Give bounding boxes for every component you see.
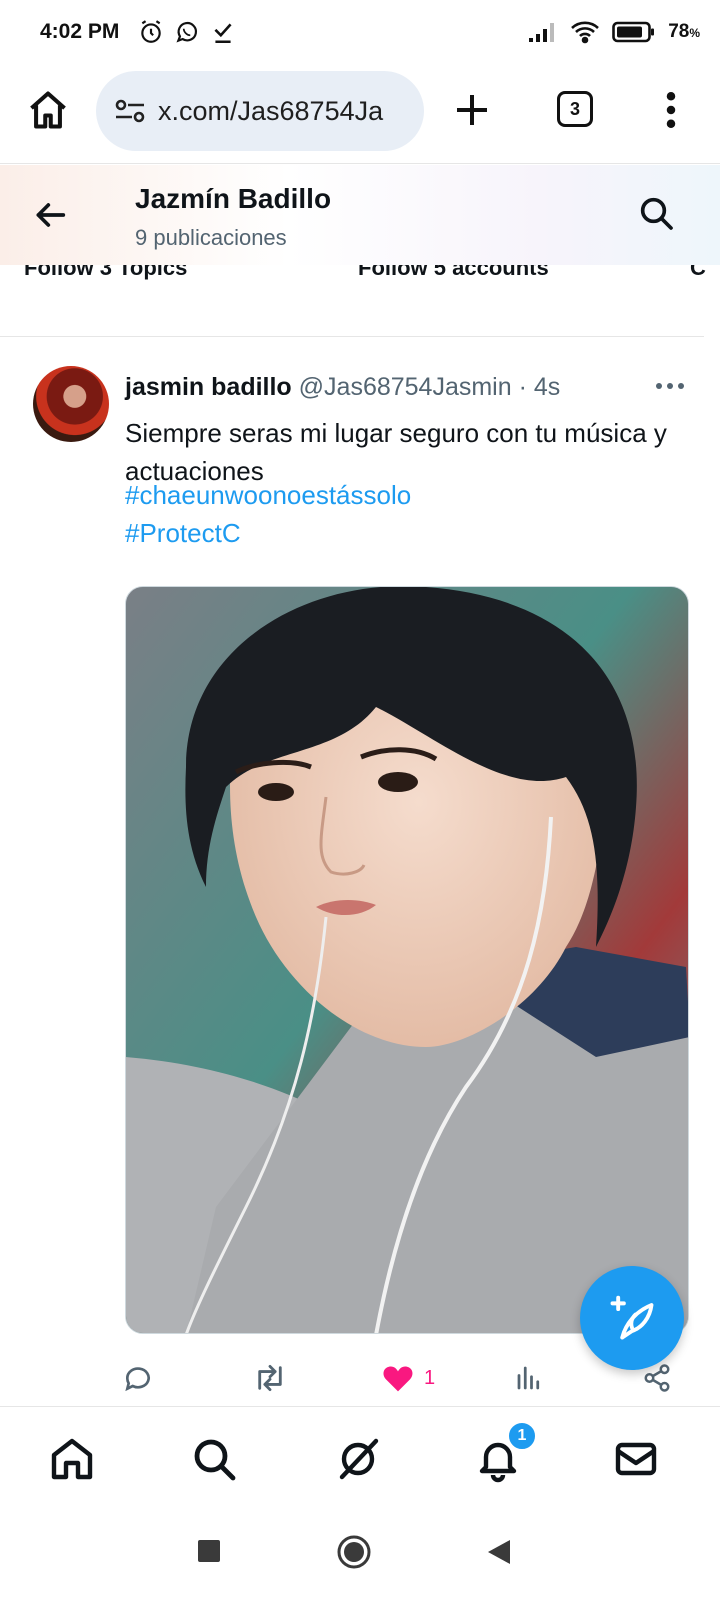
tweet-text: Siempre seras mi lugar seguro con tu mús… bbox=[125, 418, 667, 486]
compose-button[interactable] bbox=[580, 1266, 684, 1370]
profile-header: Jazmín Badillo 9 publicaciones bbox=[0, 165, 720, 265]
url-text[interactable]: x.com/Jas68754Ja bbox=[158, 96, 383, 127]
avatar[interactable] bbox=[33, 366, 109, 442]
divider bbox=[0, 336, 704, 337]
reply-button[interactable] bbox=[122, 1362, 154, 1394]
system-back-icon[interactable] bbox=[486, 1538, 512, 1566]
battery-icon bbox=[612, 21, 655, 43]
search-icon[interactable] bbox=[190, 1435, 238, 1483]
tweet-author-name[interactable]: jasmin badillo bbox=[125, 373, 292, 401]
download-done-icon bbox=[214, 23, 232, 44]
views-button[interactable] bbox=[514, 1362, 544, 1394]
hashtag-link[interactable]: #chaeunwoonoestássolo bbox=[125, 480, 411, 511]
tweet-handle-time[interactable]: @Jas68754Jasmin · 4s bbox=[299, 373, 561, 401]
wifi-icon bbox=[571, 21, 600, 44]
address-bar[interactable]: x.com/Jas68754Ja bbox=[96, 71, 424, 151]
status-icons-left bbox=[138, 19, 236, 45]
tweet-photo bbox=[126, 587, 688, 1333]
post-count: 9 publicaciones bbox=[135, 225, 287, 250]
status-bar: 4:02 PM 78% bbox=[0, 0, 720, 68]
alarm-icon bbox=[141, 20, 161, 43]
like-icon bbox=[383, 1366, 413, 1392]
messages-icon[interactable] bbox=[612, 1435, 660, 1483]
status-icons-right: 78% bbox=[528, 20, 700, 44]
site-settings-icon[interactable] bbox=[114, 97, 146, 125]
tab-switcher-button[interactable]: 3 bbox=[557, 91, 593, 127]
system-home-icon[interactable] bbox=[336, 1534, 372, 1570]
whatsapp-icon bbox=[176, 21, 198, 43]
tweet-header: jasmin badillo @Jas68754Jasmin · 4s bbox=[125, 373, 560, 402]
home-icon[interactable] bbox=[26, 88, 70, 132]
compose-feather-icon bbox=[610, 1295, 654, 1340]
retweet-icon bbox=[258, 1365, 282, 1391]
tweet-more-icon[interactable] bbox=[655, 376, 685, 396]
like-count: 1 bbox=[424, 1366, 436, 1389]
search-icon[interactable] bbox=[636, 193, 676, 233]
new-tab-icon[interactable] bbox=[452, 90, 492, 130]
battery-level: 78% bbox=[668, 21, 700, 42]
recents-icon[interactable] bbox=[196, 1538, 222, 1564]
back-arrow-icon[interactable] bbox=[30, 195, 70, 235]
follow-suggestions-strip: Follow 3 Topics Follow 5 accounts C bbox=[0, 265, 720, 285]
notification-badge: 1 bbox=[507, 1421, 537, 1451]
grok-icon[interactable] bbox=[334, 1435, 382, 1483]
browser-toolbar: x.com/Jas68754Ja 3 bbox=[0, 68, 720, 164]
reply-icon bbox=[125, 1367, 150, 1392]
more-icon[interactable] bbox=[656, 90, 686, 130]
views-icon bbox=[517, 1366, 540, 1390]
tweet-actions: 1 bbox=[0, 1362, 720, 1402]
follow-accounts-link[interactable]: Follow 5 accounts bbox=[358, 265, 549, 281]
tweet-image[interactable] bbox=[125, 586, 689, 1334]
profile-name: Jazmín Badillo bbox=[135, 183, 332, 214]
retweet-button[interactable] bbox=[252, 1362, 288, 1394]
home-icon[interactable] bbox=[48, 1435, 96, 1483]
follow-topics-link[interactable]: Follow 3 Topics bbox=[24, 265, 187, 281]
signal-icon bbox=[529, 23, 555, 42]
hashtag-link[interactable]: #ProtectC bbox=[125, 518, 241, 549]
like-button[interactable]: 1 bbox=[382, 1362, 435, 1394]
system-navigation bbox=[0, 1506, 720, 1600]
follow-more-link[interactable]: C bbox=[690, 265, 706, 281]
bottom-navigation: 1 bbox=[0, 1406, 720, 1506]
status-time: 4:02 PM bbox=[40, 20, 120, 43]
